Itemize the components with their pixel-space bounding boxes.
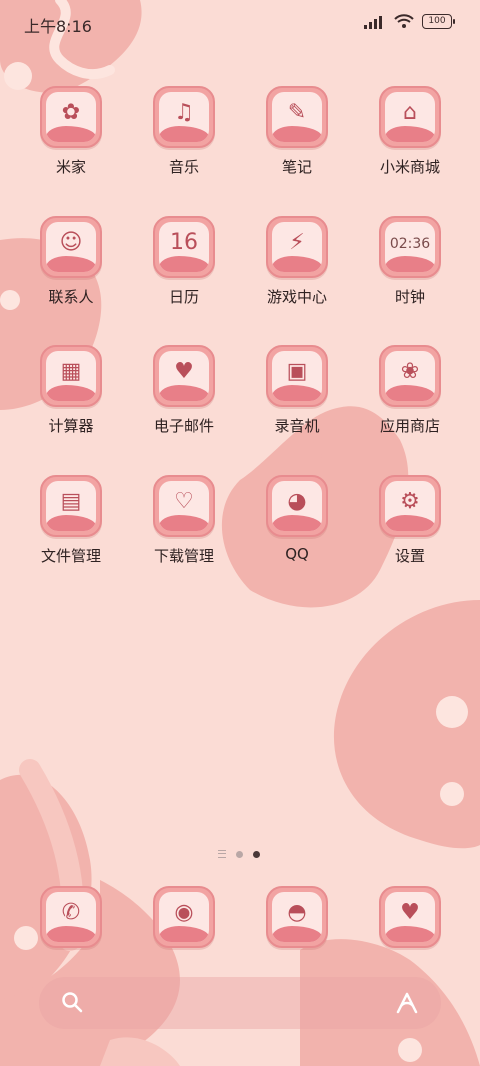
- app-label: 联系人: [48, 288, 94, 306]
- notebook-icon: ✎: [266, 86, 328, 148]
- status-bar: 上午8:16 100: [0, 0, 480, 46]
- app-label: 下载管理: [153, 547, 214, 565]
- battery-game-icon: ⚡: [266, 216, 328, 278]
- pokeball-camera-icon: ◓: [266, 886, 328, 948]
- app-folder[interactable]: ▤ 文件管理: [16, 475, 126, 566]
- clock-icon: 02:36: [379, 216, 441, 278]
- app-label: 电子邮件: [153, 417, 214, 435]
- list-indicator-icon: [218, 850, 226, 858]
- page-dot-active: [253, 850, 260, 858]
- app-radio-recorder[interactable]: ▣ 录音机: [242, 345, 352, 436]
- app-label: QQ: [285, 545, 309, 563]
- app-calendar[interactable]: 16 日历: [129, 216, 239, 307]
- app-strawberry-store[interactable]: ❀ 应用商店: [355, 345, 465, 436]
- dock-app-phone-bunny[interactable]: ✆: [16, 886, 126, 948]
- shopping-bag-icon: ⌂: [379, 86, 441, 148]
- app-label: 日历: [168, 288, 199, 306]
- bunny-contact-icon: ☺: [40, 216, 102, 278]
- app-flower-bunny[interactable]: ✿ 米家: [16, 86, 126, 177]
- page-dot: [236, 850, 243, 858]
- battery-indicator: 100: [422, 14, 455, 29]
- app-label: 录音机: [274, 417, 320, 435]
- app-label: 计算器: [48, 417, 94, 435]
- folder-icon: ▤: [40, 475, 102, 537]
- app-label: 游戏中心: [266, 288, 327, 306]
- app-calculator[interactable]: ▦ 计算器: [16, 345, 126, 436]
- app-battery-game[interactable]: ⚡ 游戏中心: [242, 216, 352, 307]
- qq-penguin-icon: ◕: [266, 475, 328, 537]
- search-bar[interactable]: [39, 977, 441, 1029]
- app-notebook[interactable]: ✎ 笔记: [242, 86, 352, 177]
- page-indicator[interactable]: [218, 850, 260, 858]
- heart-camera-icon: ♥: [379, 886, 441, 948]
- phone-bunny-icon: ✆: [40, 886, 102, 948]
- app-label: 时钟: [394, 288, 425, 306]
- dock-app-pokeball-camera[interactable]: ◓: [242, 886, 352, 948]
- heart-mail-icon: ♥: [153, 345, 215, 407]
- radio-recorder-icon: ▣: [266, 345, 328, 407]
- flower-bunny-icon: ✿: [40, 86, 102, 148]
- assistant-icon[interactable]: [395, 992, 419, 1014]
- dock-app-strawberry-message[interactable]: ◉: [129, 886, 239, 948]
- app-label: 设置: [394, 547, 425, 565]
- app-gear-bow[interactable]: ⚙ 设置: [355, 475, 465, 566]
- app-bunny-music[interactable]: ♫ 音乐: [129, 86, 239, 177]
- bunny-music-icon: ♫: [153, 86, 215, 148]
- app-shopping-bag[interactable]: ⌂ 小米商城: [355, 86, 465, 177]
- strawberry-store-icon: ❀: [379, 345, 441, 407]
- strawberry-message-icon: ◉: [153, 886, 215, 948]
- signal-icon: [364, 15, 382, 29]
- app-label: 小米商城: [379, 158, 440, 176]
- gear-bow-icon: ⚙: [379, 475, 441, 537]
- app-label: 音乐: [168, 158, 199, 176]
- search-icon: [62, 992, 83, 1013]
- app-label: 米家: [55, 158, 86, 176]
- status-time: 上午8:16: [24, 17, 92, 36]
- dock-app-heart-camera[interactable]: ♥: [355, 886, 465, 948]
- wifi-icon: [394, 14, 414, 28]
- app-label: 文件管理: [40, 547, 101, 565]
- app-heart-download[interactable]: ♡ 下载管理: [129, 475, 239, 566]
- app-qq-penguin[interactable]: ◕ QQ: [242, 475, 352, 563]
- app-clock[interactable]: 02:36 时钟: [355, 216, 465, 307]
- app-bunny-contact[interactable]: ☺ 联系人: [16, 216, 126, 307]
- heart-download-icon: ♡: [153, 475, 215, 537]
- calculator-icon: ▦: [40, 345, 102, 407]
- app-label: 应用商店: [379, 417, 440, 435]
- app-label: 笔记: [281, 158, 312, 176]
- app-heart-mail[interactable]: ♥ 电子邮件: [129, 345, 239, 436]
- calendar-icon: 16: [153, 216, 215, 278]
